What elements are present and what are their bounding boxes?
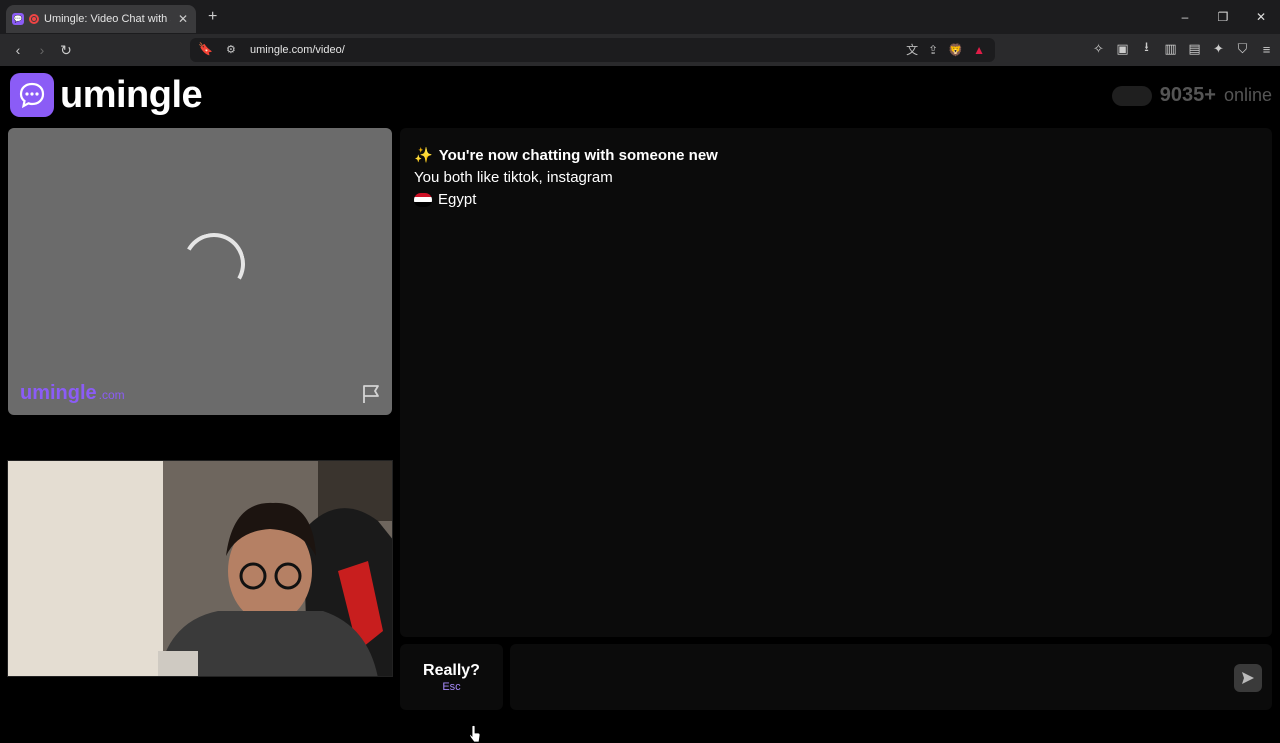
country-name: Egypt xyxy=(438,191,477,208)
close-window-button[interactable]: ✕ xyxy=(1242,0,1280,34)
url-text[interactable]: umingle.com/video/ xyxy=(250,44,345,56)
system-message-text: You're now chatting with someone new xyxy=(438,146,718,164)
shared-interests: You both like tiktok, instagram xyxy=(414,169,613,186)
recording-icon xyxy=(29,14,39,24)
address-bar[interactable]: 🔖 ⚙ umingle.com/video/ 文 ⇪ 🦁 ▲ xyxy=(190,38,995,62)
site-info-icon[interactable]: ⚙ xyxy=(226,43,236,56)
send-button[interactable] xyxy=(1234,664,1262,692)
mouse-pointer-icon xyxy=(469,725,481,743)
vpn-icon[interactable]: ⛉ xyxy=(1235,41,1250,57)
report-flag-icon[interactable] xyxy=(360,383,382,405)
video-watermark: umingle .com xyxy=(20,382,125,405)
window-controls: – ❐ ✕ xyxy=(1166,0,1280,34)
umingle-favicon-icon: 💬 xyxy=(12,13,24,25)
online-indicator: 9035+ online xyxy=(1111,84,1272,107)
download-icon[interactable]: ⭳ xyxy=(1139,38,1154,60)
self-camera-video xyxy=(7,460,393,677)
wallet-icon[interactable]: ▤ xyxy=(1187,41,1202,57)
tab-close-button[interactable]: ✕ xyxy=(176,12,190,26)
egypt-flag-icon xyxy=(414,192,432,207)
brave-rewards-icon[interactable]: ▲ xyxy=(973,43,985,57)
brave-shields-icon[interactable]: 🦁 xyxy=(948,43,963,57)
translate-icon[interactable]: 文 xyxy=(906,41,918,58)
minimize-button[interactable]: – xyxy=(1166,0,1204,34)
tab-title: Umingle: Video Chat with Stra xyxy=(44,13,171,25)
logo-text: umingle xyxy=(60,73,203,116)
chat-panel: ✨ You're now chatting with someone new Y… xyxy=(400,128,1272,637)
skip-button-label: Really? xyxy=(423,661,480,679)
stranger-country: Egypt xyxy=(414,191,476,208)
theme-toggle[interactable] xyxy=(1111,85,1152,106)
share-icon[interactable]: ⇪ xyxy=(928,43,938,57)
page: umingle 9035+ online umingle .com ✨ You'… xyxy=(0,66,1280,743)
menu-icon[interactable]: ≡ xyxy=(1259,42,1274,57)
tab-search-icon[interactable]: ▣ xyxy=(1115,41,1130,57)
back-icon[interactable]: ‹ xyxy=(6,38,30,62)
forward-icon[interactable]: › xyxy=(30,38,54,62)
logo[interactable]: umingle xyxy=(10,73,203,117)
watermark-domain: .com xyxy=(98,388,125,402)
stranger-video: umingle .com xyxy=(8,128,392,415)
send-icon xyxy=(1242,672,1254,684)
watermark-text: umingle xyxy=(20,382,97,404)
leo-ai-icon[interactable]: ✦ xyxy=(1211,41,1226,57)
skip-button-hint: Esc xyxy=(442,680,461,693)
message-input-box[interactable] xyxy=(510,644,1272,710)
extensions-icon[interactable]: ✧ xyxy=(1091,41,1106,57)
message-input[interactable] xyxy=(522,644,1222,710)
system-message: ✨ You're now chatting with someone new xyxy=(414,146,718,165)
restore-button[interactable]: ❐ xyxy=(1204,0,1242,34)
bookmark-icon[interactable]: 🔖 xyxy=(198,42,213,56)
loading-spinner-icon xyxy=(176,226,252,302)
reload-icon[interactable]: ↻ xyxy=(54,38,78,62)
chat-bubble-icon xyxy=(10,73,54,117)
sidebar-icon[interactable]: ▥ xyxy=(1163,41,1178,57)
sparkle-icon: ✨ xyxy=(414,147,433,164)
online-count: 9035+ xyxy=(1159,84,1216,106)
browser-navbar: ‹ › ↻ 🔖 ⚙ umingle.com/video/ 文 ⇪ 🦁 ▲ ✧ ▣… xyxy=(0,34,1280,66)
skip-button[interactable]: Really? Esc xyxy=(400,644,503,710)
browser-tab[interactable]: 💬 Umingle: Video Chat with Stra ✕ xyxy=(6,5,196,33)
online-label: online xyxy=(1223,85,1272,105)
browser-tabbar: 💬 Umingle: Video Chat with Stra ✕ + – ❐ … xyxy=(0,0,1280,34)
new-tab-button[interactable]: + xyxy=(208,8,217,26)
